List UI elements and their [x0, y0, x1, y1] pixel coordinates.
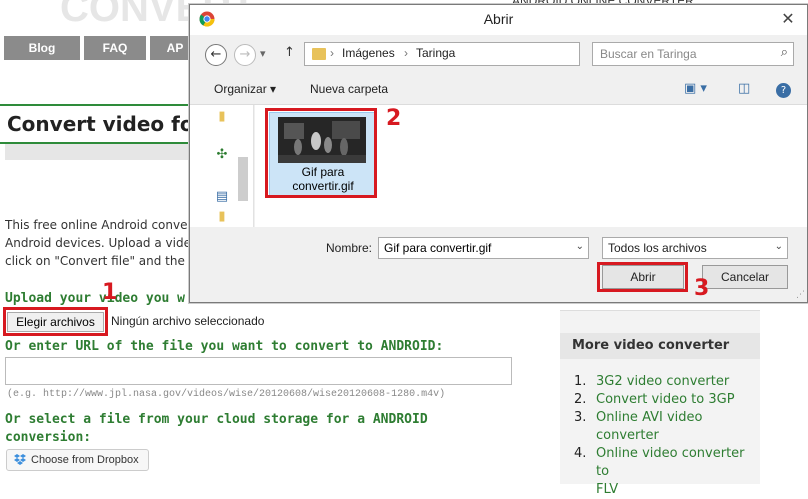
breadcrumb-sep-icon: ›: [404, 46, 408, 60]
item-line: converter: [596, 428, 659, 443]
item-line: Online AVI video: [596, 410, 703, 425]
sidebar-item[interactable]: 4. Online video converter to FLV: [574, 445, 760, 499]
folder-icon[interactable]: ▮: [214, 109, 230, 125]
file-type-value: Todos los archivos: [608, 241, 707, 255]
item-number: 4.: [574, 446, 587, 461]
chevron-down-icon[interactable]: ⌄: [576, 241, 584, 252]
view-options-icon[interactable]: ▣ ▾: [684, 81, 707, 96]
annotation-number-3: 3: [694, 276, 710, 301]
intro-line-2: Android devices. Upload a video: [5, 236, 195, 250]
dropbox-button[interactable]: Choose from Dropbox: [6, 449, 149, 471]
nav-blog[interactable]: Blog: [4, 36, 80, 60]
annotation-box-3: [597, 262, 688, 292]
nav-faq[interactable]: FAQ: [84, 36, 146, 60]
annotation-number-2: 2: [386, 106, 402, 131]
sidebar-item[interactable]: 1. 3G2 video converter: [574, 373, 760, 391]
breadcrumb-sep-icon: ›: [330, 46, 334, 60]
item-number: 3.: [574, 410, 587, 425]
folder-icon: [312, 48, 326, 60]
recent-dropdown-icon[interactable]: ▾: [260, 47, 266, 60]
sidebar-item-3g2[interactable]: 3G2 video converter: [596, 373, 729, 391]
computer-icon[interactable]: ▤: [214, 189, 230, 205]
network-icon[interactable]: ✣: [214, 147, 230, 163]
title-divider: [5, 144, 190, 160]
item-line: FLV: [596, 482, 619, 497]
up-arrow-icon[interactable]: ↑: [284, 45, 295, 60]
sidebar-heading: More video converter: [560, 333, 760, 359]
intro-line-1: This free online Android conver: [5, 218, 193, 232]
site-nav: Blog FAQ AP: [0, 36, 200, 60]
filename-label: Nombre:: [326, 241, 373, 255]
filename-input[interactable]: Gif para convertir.gif ⌄: [378, 237, 589, 259]
page-title: Convert video for: [0, 104, 190, 144]
resize-grip-icon[interactable]: ⋰: [796, 290, 805, 300]
breadcrumb-taringa[interactable]: Taringa: [416, 46, 455, 60]
item-number: 2.: [574, 392, 587, 407]
sidebar-item-flv[interactable]: Online video converter to FLV: [596, 445, 760, 499]
sidebar-item[interactable]: 3. Online AVI video converter: [574, 409, 760, 445]
dropbox-label: Choose from Dropbox: [31, 454, 139, 466]
filename-value: Gif para convertir.gif: [384, 241, 492, 255]
chevron-down-icon: ⌄: [774, 241, 783, 252]
search-icon: ⌕: [780, 45, 788, 60]
breadcrumb-imagenes[interactable]: Imágenes: [342, 46, 395, 60]
address-bar[interactable]: › Imágenes › Taringa ▾ ↻: [304, 42, 672, 66]
sidebar: More video converter 1. 3G2 video convert…: [560, 310, 760, 497]
cloud-heading-2: conversion:: [5, 430, 92, 445]
cancel-button[interactable]: Cancelar: [702, 265, 788, 289]
item-number: 1.: [574, 374, 587, 389]
item-line: Online video converter to: [596, 446, 745, 479]
organize-menu[interactable]: Organizar ▾: [214, 82, 276, 96]
search-input[interactable]: Buscar en Taringa ⌕: [592, 42, 794, 66]
annotation-number-1: 1: [102, 280, 118, 305]
scrollbar[interactable]: [238, 157, 248, 201]
url-example: (e.g. http://www.jpl.nasa.gov/videos/wis…: [7, 389, 446, 400]
dropbox-icon: [14, 454, 26, 465]
command-bar: Organizar ▾ Nueva carpeta ▣ ▾ ◫ ?: [190, 75, 807, 105]
help-icon[interactable]: ?: [776, 83, 791, 98]
cloud-heading: Or select a file from your cloud storage…: [5, 412, 428, 427]
sidebar-item[interactable]: 2. Convert video to 3GP: [574, 391, 760, 409]
address-row: ← → ▾ ↑ › Imágenes › Taringa ▾ ↻ Buscar …: [190, 35, 807, 75]
close-button[interactable]: ✕: [775, 9, 801, 29]
search-placeholder: Buscar en Taringa: [600, 47, 697, 61]
no-file-status: Ningún archivo seleccionado: [111, 314, 265, 328]
sidebar-item-avi[interactable]: Online AVI video converter: [596, 409, 703, 445]
url-input[interactable]: [5, 357, 512, 385]
sidebar-item-3gp[interactable]: Convert video to 3GP: [596, 391, 735, 409]
dialog-title: Abrir: [483, 11, 514, 27]
back-button[interactable]: ←: [205, 44, 227, 66]
intro-line-3: click on "Convert file" and the: [5, 254, 185, 268]
url-heading: Or enter URL of the file you want to con…: [5, 339, 444, 354]
upload-heading: Upload your video you w: [5, 291, 186, 306]
dialog-titlebar[interactable]: Abrir ✕: [190, 5, 807, 35]
folder-icon[interactable]: ▮: [214, 209, 230, 225]
forward-button[interactable]: →: [234, 44, 256, 66]
annotation-box-1: [3, 307, 108, 336]
annotation-box-2: [265, 108, 377, 198]
navigation-pane: ▮ ✣ ▤ ▮: [190, 105, 254, 227]
sidebar-list: 1. 3G2 video converter 2. Convert video to…: [574, 373, 760, 499]
dialog-footer: Nombre: Gif para convertir.gif ⌄ Todos l…: [190, 227, 807, 302]
new-folder-button[interactable]: Nueva carpeta: [310, 82, 388, 96]
file-type-select[interactable]: Todos los archivos ⌄: [602, 237, 788, 259]
preview-pane-icon[interactable]: ◫: [738, 81, 750, 96]
